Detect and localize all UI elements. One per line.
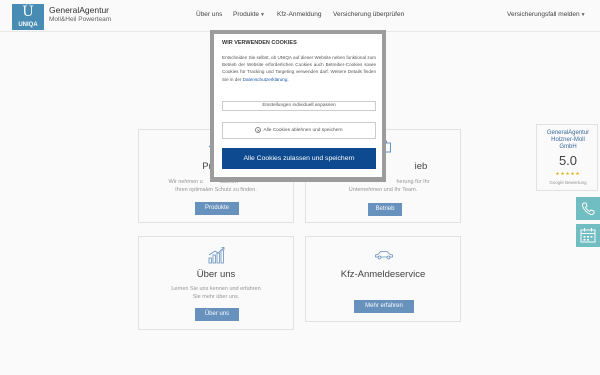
decline-all-cookies-button[interactable]: ✕ Alle Cookies ablehnen und speichern [222,122,376,139]
privacy-policy-link[interactable]: Datenschutzerklärung [243,77,288,82]
cookie-dialog-text: Entscheiden Sie selbst, ob UNIQA auf die… [222,55,376,82]
close-icon: ✕ [255,126,262,133]
cookie-dialog-title: WIR VERWENDEN COOKIES [222,40,297,46]
accept-all-cookies-button[interactable]: Alle Cookies zulassen und speichern [222,148,376,169]
cookie-consent-dialog: WIR VERWENDEN COOKIES Entscheiden Sie se… [214,34,382,177]
customize-cookies-button[interactable]: Einstellungen individuell anpassen [222,101,376,111]
